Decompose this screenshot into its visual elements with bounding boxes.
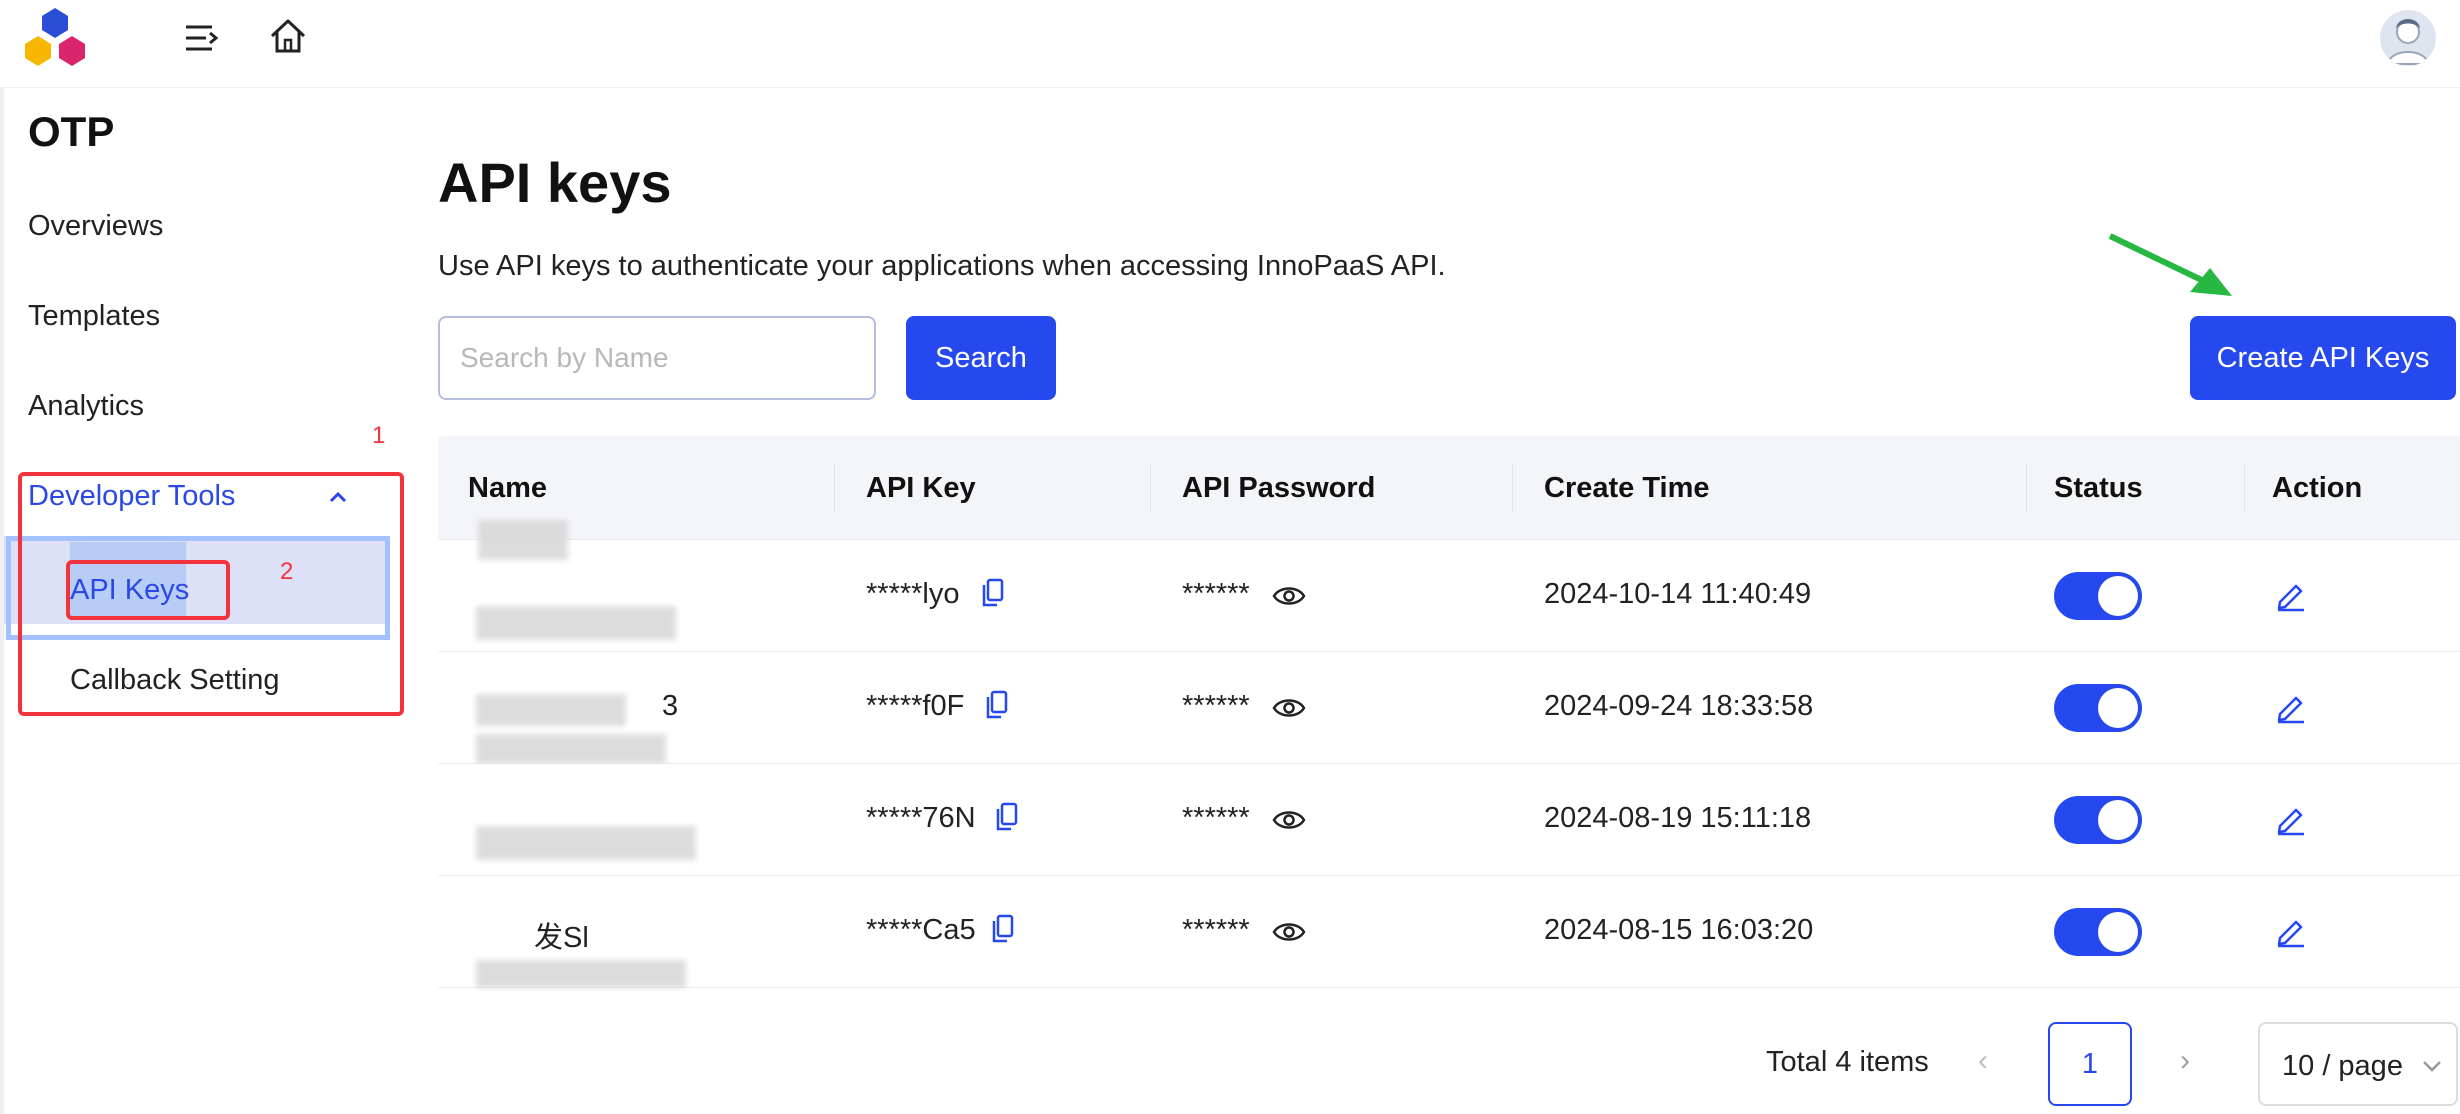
table-row: 3 *****f0F ****** 2024-09-24 18:33:58 (438, 652, 2460, 764)
pagination-total: Total 4 items (1766, 1046, 1929, 1078)
menu-toggle-icon[interactable] (182, 18, 222, 58)
column-header-name: Name (468, 472, 547, 504)
toggle-knob (2098, 912, 2138, 952)
redacted-name (476, 694, 626, 726)
table-row: *****76N ****** 2024-08-19 15:11:18 (438, 764, 2460, 876)
copy-icon[interactable] (994, 802, 1020, 832)
page-size-select[interactable]: 10 / page (2258, 1022, 2458, 1106)
pagination-page-1[interactable]: 1 (2048, 1022, 2132, 1106)
copy-icon[interactable] (980, 578, 1006, 608)
column-header-create-time: Create Time (1544, 472, 1710, 504)
column-header-api-key: API Key (866, 472, 976, 504)
copy-icon[interactable] (990, 914, 1016, 944)
create-api-keys-button[interactable]: Create API Keys (2190, 316, 2456, 400)
eye-icon[interactable] (1272, 696, 1306, 720)
annotation-number-2: 2 (280, 558, 294, 585)
copy-icon[interactable] (984, 690, 1010, 720)
status-toggle[interactable] (2054, 572, 2142, 620)
annotation-number-1: 1 (372, 422, 386, 449)
edit-icon[interactable] (2274, 690, 2308, 724)
column-divider (2244, 464, 2245, 512)
annotation-box-2 (66, 560, 230, 620)
user-avatar[interactable] (2380, 10, 2436, 66)
table-row: 发Sl *****Ca5 ****** 2024-08-15 16:03:20 (438, 876, 2460, 988)
column-header-api-password: API Password (1182, 472, 1376, 504)
sidebar-item-analytics[interactable]: Analytics (28, 390, 144, 423)
row-api-key: *****f0F (866, 690, 965, 722)
sidebar-title: OTP (28, 108, 115, 155)
table-row: *****lyo ****** 2024-10-14 11:40:49 (438, 520, 2460, 652)
green-arrow-annotation (2108, 233, 2232, 296)
row-api-password: ****** (1182, 578, 1250, 610)
table-header: Name API Key API Password Create Time St… (438, 436, 2460, 540)
pagination-prev-icon[interactable]: ‹ (1978, 1044, 1988, 1078)
page-description: Use API keys to authenticate your applic… (438, 250, 1446, 282)
eye-icon[interactable] (1272, 584, 1306, 608)
sidebar-item-overviews[interactable]: Overviews (28, 210, 163, 243)
row-create-time: 2024-10-14 11:40:49 (1544, 578, 1812, 610)
row-api-key: *****76N (866, 802, 976, 834)
column-header-status: Status (2054, 472, 2143, 504)
search-input[interactable] (438, 316, 876, 400)
edit-icon[interactable] (2274, 914, 2308, 948)
status-toggle[interactable] (2054, 796, 2142, 844)
row-api-password: ****** (1182, 802, 1250, 834)
row-api-key: *****lyo (866, 578, 960, 610)
edit-icon[interactable] (2274, 578, 2308, 612)
search-button[interactable]: Search (906, 316, 1056, 400)
sidebar-item-templates[interactable]: Templates (28, 300, 160, 333)
app-logo[interactable] (20, 6, 90, 72)
pagination-next-icon[interactable]: › (2180, 1044, 2190, 1078)
page-size-value: 10 / page (2282, 1050, 2403, 1082)
chevron-down-icon (2423, 1061, 2441, 1072)
row-api-key: *****Ca5 (866, 914, 976, 946)
row-name: 发Sl (534, 922, 589, 954)
eye-icon[interactable] (1272, 808, 1306, 832)
row-create-time: 2024-09-24 18:33:58 (1544, 690, 1814, 722)
column-divider (1150, 464, 1151, 512)
top-bar (0, 0, 2460, 88)
row-create-time: 2024-08-19 15:11:18 (1544, 802, 1812, 834)
status-toggle[interactable] (2054, 908, 2142, 956)
redacted-name (476, 734, 666, 764)
toggle-knob (2098, 688, 2138, 728)
column-divider (1512, 464, 1513, 512)
edit-icon[interactable] (2274, 802, 2308, 836)
toggle-knob (2098, 800, 2138, 840)
redacted-name (476, 606, 676, 640)
page-title: API keys (438, 151, 672, 214)
redacted-name (476, 826, 696, 860)
column-divider (834, 464, 835, 512)
eye-icon[interactable] (1272, 920, 1306, 944)
row-api-password: ****** (1182, 914, 1250, 946)
row-name: 3 (662, 690, 679, 722)
row-create-time: 2024-08-15 16:03:20 (1544, 914, 1814, 946)
column-header-action: Action (2272, 472, 2363, 504)
status-toggle[interactable] (2054, 684, 2142, 732)
redacted-name (478, 520, 568, 560)
row-api-password: ****** (1182, 690, 1250, 722)
redacted-name (476, 960, 686, 988)
home-icon[interactable] (268, 16, 308, 56)
column-divider (2026, 464, 2027, 512)
toggle-knob (2098, 576, 2138, 616)
